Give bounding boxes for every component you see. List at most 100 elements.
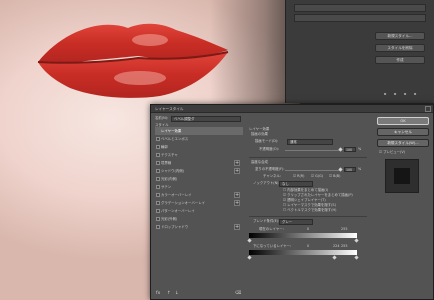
underlying-low-value: 0 xyxy=(307,244,310,248)
channel-b-checkbox[interactable]: ☑ B(B) xyxy=(329,174,340,179)
knockout-select[interactable]: なし xyxy=(279,181,313,187)
add-effect-icon[interactable]: + xyxy=(234,168,240,174)
blend-mode-label: 描画モード(D): xyxy=(255,139,279,143)
style-checkbox[interactable] xyxy=(156,193,160,197)
channel-r-label: R(R) xyxy=(297,174,305,178)
blend-if-select[interactable]: グレー xyxy=(279,219,313,225)
panel-icon[interactable]: ▪ xyxy=(412,91,418,96)
panel-icon[interactable]: ▪ xyxy=(382,91,388,96)
button-label: スタイルを削除 xyxy=(387,45,413,50)
new-style-button[interactable]: 新規スタイル... xyxy=(375,32,425,40)
button-label: キャンセル xyxy=(394,130,412,134)
style-list-item[interactable]: シャドウ(内側) + xyxy=(155,167,243,175)
style-item-label: パターンオーバーレイ xyxy=(161,209,195,213)
add-effect-icon[interactable]: + xyxy=(234,224,240,230)
name-label: 名前(N): xyxy=(155,116,169,120)
down-arrow-icon[interactable]: ↓ xyxy=(175,291,179,296)
fill-opacity-input[interactable]: 100 xyxy=(344,167,356,172)
up-arrow-icon[interactable]: ↑ xyxy=(167,291,171,296)
close-icon[interactable] xyxy=(425,106,431,112)
style-checkbox[interactable] xyxy=(156,161,160,165)
style-checkbox[interactable] xyxy=(156,201,160,205)
this-layer-gradient-bar[interactable] xyxy=(249,233,357,238)
style-list: レイヤー効果 ベベルとエンボス 輪郭 テクスチャ境界線 + シャドウ(内側) + 光彩(内側)… xyxy=(155,127,243,295)
ok-button[interactable]: OK xyxy=(377,117,429,125)
trash-icon[interactable]: ⌫ xyxy=(235,291,241,296)
style-item-label: 境界線 xyxy=(161,161,172,165)
layer-style-dialog: レイヤースタイル 名前(N): ベベル調整ダ スタイル レイヤー効果 ベベルとエン… xyxy=(150,104,434,300)
underlying-gradient-bar[interactable] xyxy=(249,250,357,255)
opacity-slider-thumb[interactable] xyxy=(338,147,343,152)
style-list-item[interactable]: グラデーションオーバーレイ + xyxy=(155,199,243,207)
option-label: クリップされたレイヤーをまとめて描画(P) xyxy=(287,193,353,197)
option-label: レイヤーマスクで効果を隠す(S) xyxy=(287,203,336,207)
style-checkbox[interactable] xyxy=(156,153,160,157)
blend-if-value: グレー xyxy=(282,220,293,224)
preview-checkbox[interactable]: ☑ プレビュー(V) xyxy=(379,150,405,155)
subsection-title: 描画の効果 xyxy=(251,132,268,136)
fill-opacity-value: 100 xyxy=(346,168,353,172)
style-list-item[interactable]: 光彩(内側) xyxy=(155,175,243,183)
style-item-label: サテン xyxy=(161,185,172,189)
delete-style-button[interactable]: スタイルを削除 xyxy=(375,44,425,52)
style-checkbox[interactable] xyxy=(156,225,160,229)
channel-b-label: B(B) xyxy=(333,174,341,178)
button-label: OK xyxy=(400,119,406,123)
style-list-item[interactable]: テクスチャ xyxy=(155,151,243,159)
channel-g-checkbox[interactable]: ☑ G(G) xyxy=(311,174,323,179)
button-label: 新規スタイル(W)... xyxy=(387,141,419,145)
underlying-white-thumb[interactable] xyxy=(354,255,359,260)
underlying-black-thumb[interactable] xyxy=(247,255,252,260)
style-list-item[interactable]: サテン xyxy=(155,183,243,191)
style-checkbox[interactable] xyxy=(156,169,160,173)
style-name-input[interactable]: ベベル調整ダ xyxy=(171,116,241,122)
style-list-item[interactable]: パターンオーバーレイ xyxy=(155,207,243,215)
option-checkbox-5[interactable]: ☐ ベクトルマスクで効果を隠す(H) xyxy=(283,208,336,213)
underlying-high-value: 255 xyxy=(341,244,348,248)
cancel-button[interactable]: キャンセル xyxy=(377,128,429,136)
option-label: ベクトルマスクで効果を隠す(H) xyxy=(287,208,337,212)
opacity-slider[interactable] xyxy=(285,150,341,151)
this-layer-white-thumb[interactable] xyxy=(354,238,359,243)
style-list-item[interactable]: 輪郭 xyxy=(155,143,243,151)
style-item-label: 光彩(外側) xyxy=(161,217,178,221)
button-label: 作成 xyxy=(396,57,404,62)
fill-opacity-slider[interactable] xyxy=(285,170,341,171)
style-checkbox[interactable] xyxy=(156,209,160,213)
channel-r-checkbox[interactable]: ☑ R(R) xyxy=(293,174,304,179)
add-effect-icon[interactable]: + xyxy=(234,200,240,206)
button-label: 新規スタイル... xyxy=(387,33,413,38)
style-list-item[interactable]: 光彩(外側) xyxy=(155,215,243,223)
underlying-split-thumb[interactable] xyxy=(332,255,337,260)
style-item-label: シャドウ(内側) xyxy=(161,169,184,173)
dialog-title: レイヤースタイル xyxy=(155,107,184,111)
panel-icon[interactable]: ▪ xyxy=(392,91,398,96)
underlying-layer-label: 下になっているレイヤー: xyxy=(253,244,292,248)
blend-mode-value: 通常 xyxy=(290,140,297,144)
dialog-titlebar[interactable]: レイヤースタイル xyxy=(151,105,433,113)
style-list-item[interactable]: ベベルとエンボス xyxy=(155,135,243,143)
style-checkbox[interactable] xyxy=(156,145,160,149)
add-effect-icon[interactable]: + xyxy=(234,192,240,198)
fill-opacity-slider-thumb[interactable] xyxy=(338,167,343,172)
fx-icon[interactable]: fx xyxy=(156,291,160,296)
knockout-label: ノックアウト(N): xyxy=(253,181,280,185)
style-list-item[interactable]: レイヤー効果 xyxy=(155,127,243,135)
style-list-item[interactable]: 境界線 + xyxy=(155,159,243,167)
panel-icon[interactable]: ▪ xyxy=(402,91,408,96)
preview-thumb xyxy=(394,168,410,184)
opacity-input[interactable]: 100 xyxy=(344,147,356,152)
create-button[interactable]: 作成 xyxy=(375,56,425,64)
style-checkbox[interactable] xyxy=(156,177,160,181)
style-checkbox[interactable] xyxy=(156,137,160,141)
style-list-item[interactable]: ドロップシャドウ + xyxy=(155,223,243,231)
blend-mode-select[interactable]: 通常 xyxy=(287,139,333,145)
style-checkbox[interactable] xyxy=(156,217,160,221)
style-checkbox[interactable] xyxy=(156,185,160,189)
background-style-panel: 新規スタイル... スタイルを削除 作成 ▪ ▪ ▪ ▪ xyxy=(285,0,434,103)
add-effect-icon[interactable]: + xyxy=(234,160,240,166)
style-item-label: 光彩(内側) xyxy=(161,177,178,181)
new-style-button[interactable]: 新規スタイル(W)... xyxy=(377,139,429,147)
this-layer-black-thumb[interactable] xyxy=(247,238,252,243)
style-list-item[interactable]: カラーオーバーレイ + xyxy=(155,191,243,199)
